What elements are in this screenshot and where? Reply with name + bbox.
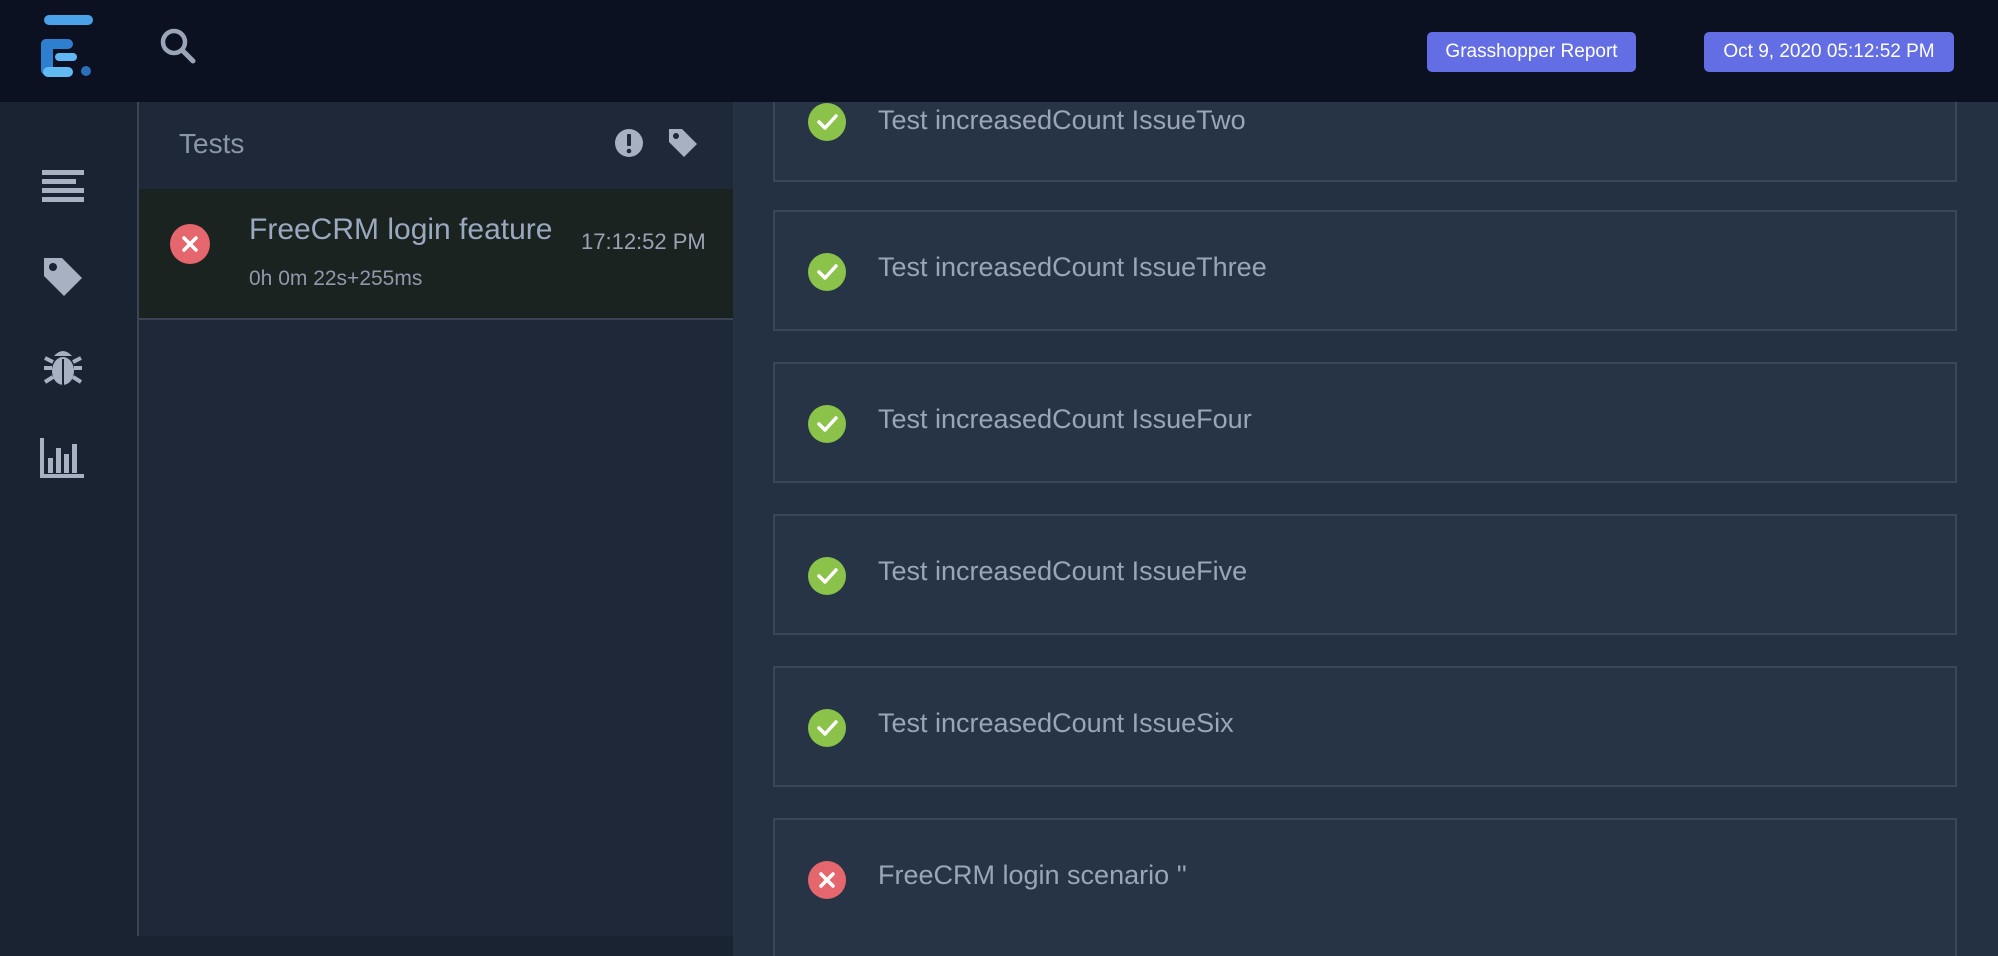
test-node-card[interactable]: Test increasedCount IssueFive [773,514,1957,635]
test-node-title: Test increasedCount IssueTwo [878,105,1246,135]
tests-panel-header: Tests [139,102,733,188]
test-detail-view: Test increasedCount IssueTwo Test increa… [733,102,1998,956]
test-node-card[interactable]: Test increasedCount IssueThree [773,210,1957,331]
top-bar: Grasshopper Report Oct 9, 2020 05:12:52 … [0,0,1998,102]
bar-chart-icon[interactable] [38,432,88,482]
test-start-time: 17:12:52 PM [581,229,706,254]
test-node-title: Test increasedCount IssueFive [878,556,1248,586]
pass-status-icon [807,556,847,596]
test-node-title: Test increasedCount IssueThree [878,252,1267,282]
pass-status-icon [807,404,847,444]
pass-status-icon [807,708,847,748]
report-date-badge: Oct 9, 2020 05:12:52 PM [1704,32,1954,72]
sidebar-footer-strip [137,936,733,956]
test-list-item[interactable]: FreeCRM login feature 0h 0m 22s+255ms 17… [139,189,733,320]
test-node-title: Test increasedCount IssueSix [878,708,1234,738]
fail-status-icon [807,860,847,900]
sidebar-nav [0,102,137,956]
tag-icon[interactable] [38,252,88,302]
pass-status-icon [807,252,847,292]
test-node-card[interactable]: Test increasedCount IssueSix [773,666,1957,787]
test-node-title: Test increasedCount IssueFour [878,404,1252,434]
test-node-card[interactable]: Test increasedCount IssueTwo [773,102,1957,182]
tests-panel: Tests FreeCRM login feature 0h 0m 22s+25… [137,102,733,936]
report-name-badge: Grasshopper Report [1427,32,1636,72]
test-duration: 0h 0m 22s+255ms [249,267,423,290]
test-node-card[interactable]: FreeCRM login scenario '' [773,818,1957,956]
tests-panel-title: Tests [179,128,245,159]
exclamation-circle-icon[interactable] [612,126,646,160]
test-name: FreeCRM login feature [249,213,553,246]
fail-status-icon [169,223,211,265]
bug-icon[interactable] [38,342,88,392]
test-node-card[interactable]: Test increasedCount IssueFour [773,362,1957,483]
logo-icon[interactable] [41,13,95,79]
tag-filter-icon[interactable] [666,126,700,160]
test-node-title: FreeCRM login scenario '' [878,860,1187,890]
pass-status-icon [807,102,847,142]
search-icon[interactable] [158,26,198,66]
list-icon[interactable] [38,162,88,212]
